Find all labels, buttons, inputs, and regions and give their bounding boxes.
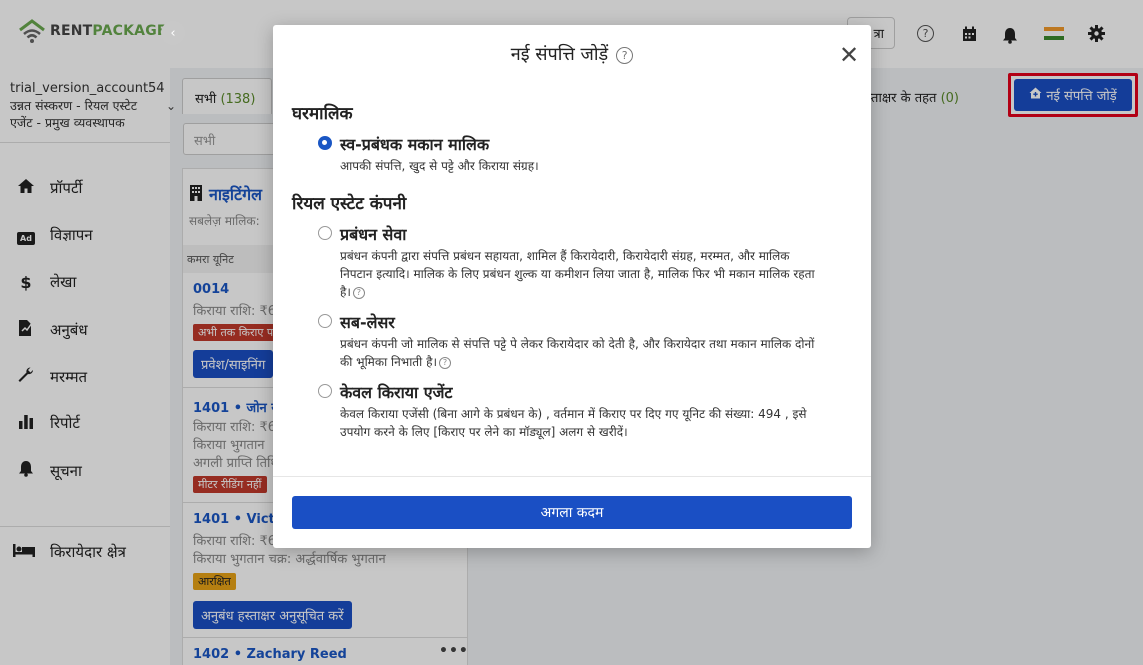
option-description: आपकी संपत्ति, खुद से पट्टे और किराया संग…: [340, 159, 539, 173]
add-property-dialog: नई संपत्ति जोड़ें? ✕ घरमालिक स्व-प्रबंधक…: [273, 25, 871, 548]
option-label: स्व-प्रबंधक मकान मालिक: [340, 135, 490, 154]
option-label: सब-लेसर: [340, 313, 395, 332]
option-description: केवल किराया एजेंसी (बिना आगे के प्रबंधन …: [340, 407, 807, 439]
section-real-estate-company: रियल एस्टेट कंपनी: [292, 194, 407, 214]
dialog-title: नई संपत्ति जोड़ें?: [273, 42, 871, 66]
radio-button[interactable]: [318, 384, 332, 398]
divider: [273, 476, 871, 477]
section-landlord: घरमालिक: [292, 104, 353, 124]
radio-button[interactable]: [318, 314, 332, 328]
help-icon[interactable]: ?: [439, 356, 451, 369]
collapse-sidebar-button[interactable]: ‹: [161, 21, 185, 45]
radio-button[interactable]: [318, 136, 332, 150]
chevron-left-icon: ‹: [170, 25, 176, 41]
option-label: केवल किराया एजेंट: [340, 383, 453, 402]
help-icon[interactable]: ?: [352, 286, 365, 299]
radio-button[interactable]: [318, 226, 332, 240]
help-icon[interactable]: ?: [616, 46, 634, 64]
option-description: प्रबंधन कंपनी द्वारा संपत्ति प्रबंधन सहा…: [340, 249, 815, 299]
option-description: प्रबंधन कंपनी जो मालिक से संपत्ति पट्टे …: [340, 337, 815, 369]
option-label: प्रबंधन सेवा: [340, 225, 407, 244]
close-icon[interactable]: ✕: [839, 43, 859, 67]
next-step-button[interactable]: अगला कदम: [292, 496, 852, 529]
